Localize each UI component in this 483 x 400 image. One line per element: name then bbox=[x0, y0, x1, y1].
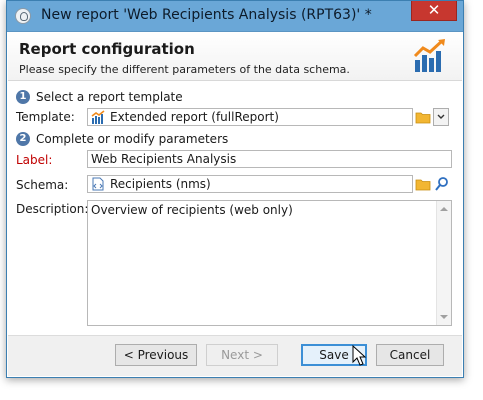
report-chart-icon bbox=[413, 39, 445, 72]
description-scrollbar[interactable] bbox=[436, 201, 451, 325]
template-field[interactable]: Extended report (fullReport) bbox=[87, 108, 413, 126]
title-bar[interactable]: New report 'Web Recipients Analysis (RPT… bbox=[7, 1, 463, 32]
chevron-down-icon bbox=[437, 114, 445, 119]
template-dropdown-button[interactable] bbox=[433, 108, 449, 126]
schema-label: Schema: bbox=[16, 178, 69, 192]
step-1-label: Select a report template bbox=[36, 90, 183, 104]
mouse-cursor-icon bbox=[352, 345, 367, 366]
chart-icon bbox=[91, 110, 105, 124]
previous-button[interactable]: < Previous bbox=[115, 344, 197, 366]
close-button[interactable]: ✕ bbox=[411, 1, 457, 21]
report-dialog: New report 'Web Recipients Analysis (RPT… bbox=[6, 0, 464, 378]
dialog-footer: < Previous Next > Save Cancel bbox=[8, 335, 462, 376]
schema-value: Recipients (nms) bbox=[110, 177, 211, 191]
description-label: Description: bbox=[16, 202, 89, 216]
cancel-button[interactable]: Cancel bbox=[376, 344, 444, 366]
app-icon bbox=[15, 8, 31, 24]
step-2-label: Complete or modify parameters bbox=[36, 132, 229, 146]
search-icon[interactable] bbox=[434, 176, 450, 192]
scroll-down-icon[interactable] bbox=[440, 315, 448, 319]
label-label: Label: bbox=[16, 153, 53, 167]
description-value: Overview of recipients (web only) bbox=[91, 203, 293, 217]
template-label: Template: bbox=[16, 110, 75, 124]
window-title: New report 'Web Recipients Analysis (RPT… bbox=[41, 7, 372, 23]
step-2-number: 2 bbox=[16, 132, 30, 146]
description-textarea[interactable]: Overview of recipients (web only) bbox=[87, 200, 452, 326]
step-1: 1 Select a report template bbox=[16, 89, 183, 105]
template-value: Extended report (fullReport) bbox=[110, 110, 279, 124]
schema-field[interactable]: Recipients (nms) bbox=[87, 175, 413, 193]
label-value: Web Recipients Analysis bbox=[91, 152, 237, 166]
header-subtitle: Please specify the different parameters … bbox=[19, 63, 350, 76]
next-button[interactable]: Next > bbox=[206, 344, 278, 366]
dialog-header: Report configuration Please specify the … bbox=[8, 32, 462, 81]
dialog-content: Report configuration Please specify the … bbox=[8, 32, 462, 376]
header-title: Report configuration bbox=[19, 40, 195, 58]
folder-icon[interactable] bbox=[415, 177, 431, 191]
step-1-number: 1 bbox=[16, 90, 30, 104]
schema-icon bbox=[92, 177, 104, 191]
scroll-up-icon[interactable] bbox=[440, 207, 448, 211]
step-2: 2 Complete or modify parameters bbox=[16, 131, 228, 147]
label-input[interactable]: Web Recipients Analysis bbox=[87, 150, 452, 168]
folder-icon[interactable] bbox=[415, 110, 431, 124]
